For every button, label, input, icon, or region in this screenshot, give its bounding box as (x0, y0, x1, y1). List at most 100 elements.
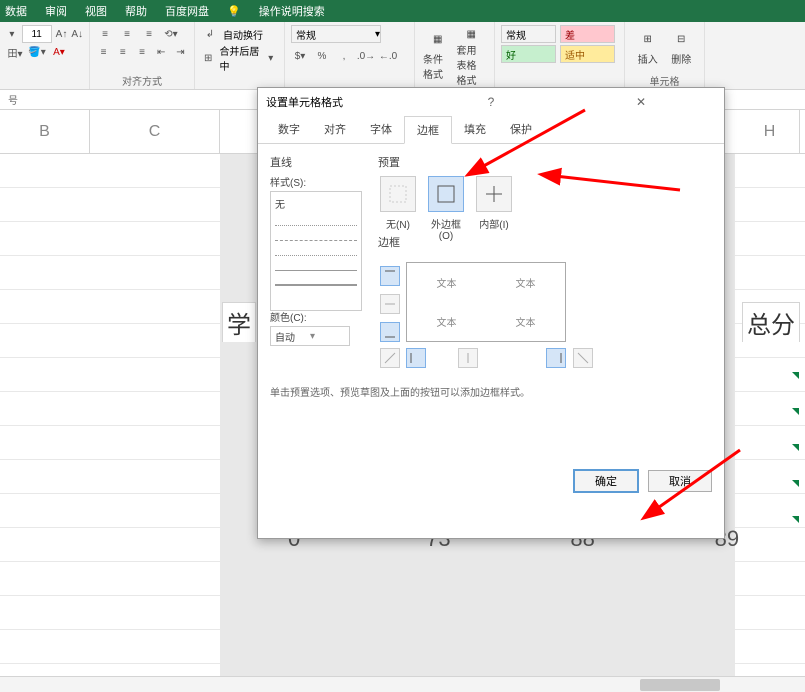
formula-content: 号 (8, 92, 18, 107)
dialog-body: 直线 样式(S): 无 颜色(C): 自动▾ 预置 无(N) (258, 144, 724, 504)
tab-border[interactable]: 边框 (404, 116, 452, 144)
border-section-label: 边框 (378, 234, 598, 250)
cells-group-label: 单元格 (625, 73, 704, 88)
border-hmiddle-button[interactable] (380, 294, 400, 314)
col-header-H[interactable]: H (740, 110, 800, 153)
style-normal[interactable]: 常规 (501, 25, 556, 43)
table-format-button[interactable]: ▦套用表格格式 (455, 25, 489, 89)
cancel-button[interactable]: 取消 (648, 470, 712, 492)
preset-inside-icon (476, 176, 512, 212)
border-top-button[interactable] (380, 266, 400, 286)
decrease-font-icon[interactable]: A↓ (71, 25, 83, 43)
lightbulb-icon: 💡 (227, 5, 241, 18)
preset-none-button[interactable]: 无(N) (378, 176, 418, 242)
border-dd-icon[interactable]: 田▾ (6, 43, 24, 61)
style-neutral[interactable]: 适中 (560, 45, 615, 63)
tab-number[interactable]: 数字 (266, 116, 312, 143)
dialog-close-button[interactable]: ✕ (566, 95, 716, 109)
format-cells-dialog: 设置单元格格式 ? ✕ 数字 对齐 字体 边框 填充 保护 直线 样式(S): … (257, 87, 725, 539)
style-bad[interactable]: 差 (560, 25, 615, 43)
menu-bar: 数据 审阅 视图 帮助 百度网盘 💡 操作说明搜索 (0, 0, 805, 22)
error-triangle-icon (792, 480, 799, 487)
merge-center-icon[interactable]: ⊞ (201, 49, 215, 67)
alignment-group-label: 对齐方式 (90, 73, 194, 88)
preset-none-icon (380, 176, 416, 212)
align-left-icon[interactable]: ≡ (96, 43, 111, 61)
tab-font[interactable]: 字体 (358, 116, 404, 143)
font-color-icon[interactable]: A▾ (50, 43, 68, 61)
font-size-input[interactable] (22, 25, 52, 43)
menu-help[interactable]: 帮助 (125, 3, 147, 19)
preset-section-label: 预置 (378, 154, 514, 170)
style-good[interactable]: 好 (501, 45, 556, 63)
dialog-titlebar: 设置单元格格式 ? ✕ (258, 88, 724, 116)
col-header-B[interactable]: B (0, 110, 90, 153)
increase-font-icon[interactable]: A↑ (56, 25, 68, 43)
merge-center-label[interactable]: 合并后居中 (219, 43, 259, 73)
menu-review[interactable]: 审阅 (45, 3, 67, 19)
cond-format-icon: ▦ (426, 27, 450, 51)
style-none[interactable]: 无 (275, 196, 357, 211)
menu-data[interactable]: 数据 (5, 3, 27, 19)
delete-icon: ⊟ (669, 27, 693, 51)
border-right-button[interactable] (546, 348, 566, 368)
orientation-icon[interactable]: ⟲▾ (162, 25, 180, 43)
align-right-icon[interactable]: ≡ (134, 43, 149, 61)
align-bottom-icon[interactable]: ≡ (140, 25, 158, 43)
indent-less-icon[interactable]: ⇤ (154, 43, 169, 61)
number-format-dropdown[interactable]: 常规▾ (291, 25, 381, 43)
col-header-C[interactable]: C (90, 110, 220, 153)
tab-alignment[interactable]: 对齐 (312, 116, 358, 143)
border-diag-down-button[interactable] (573, 348, 593, 368)
ribbon: ▾ A↑ A↓ 田▾ 🪣▾ A▾ ≡ ≡ ≡ ⟲▾ ≡ ≡ ≡ ⇤ ⇥ 对齐方式… (0, 22, 805, 90)
line-style-list[interactable]: 无 (270, 191, 362, 311)
color-label: 颜色(C): (270, 309, 350, 324)
indent-more-icon[interactable]: ⇥ (173, 43, 188, 61)
decrease-decimal-icon[interactable]: ←.0 (379, 47, 397, 65)
error-triangle-icon (792, 444, 799, 451)
cell-label-zongfen: 总分 (742, 302, 800, 342)
conditional-format-button[interactable]: ▦条件格式 (421, 25, 455, 89)
wrap-text-label[interactable]: 自动换行 (223, 27, 263, 42)
fill-color-icon[interactable]: 🪣▾ (28, 43, 46, 61)
tab-protection[interactable]: 保护 (498, 116, 544, 143)
border-left-button[interactable] (406, 348, 426, 368)
color-dropdown[interactable]: 自动▾ (270, 326, 350, 346)
horizontal-scrollbar[interactable] (0, 676, 805, 692)
error-triangle-icon (792, 372, 799, 379)
align-middle-icon[interactable]: ≡ (118, 25, 136, 43)
increase-decimal-icon[interactable]: .0→ (357, 47, 375, 65)
ok-button[interactable]: 确定 (574, 470, 638, 492)
cell-label-xue: 学 (222, 302, 256, 342)
hint-text: 单击预置选项、预览草图及上面的按钮可以添加边框样式。 (270, 384, 530, 399)
scrollbar-thumb[interactable] (640, 679, 720, 691)
preset-outline-icon (428, 176, 464, 212)
align-top-icon[interactable]: ≡ (96, 25, 114, 43)
percent-icon[interactable]: % (313, 47, 331, 65)
line-section-label: 直线 (270, 154, 370, 170)
accounting-icon[interactable]: $▾ (291, 47, 309, 65)
dialog-title: 设置单元格格式 (266, 94, 416, 110)
comma-icon[interactable]: , (335, 47, 353, 65)
tab-fill[interactable]: 填充 (452, 116, 498, 143)
tell-me-search[interactable]: 操作说明搜索 (259, 3, 325, 19)
preset-inside-button[interactable]: 内部(I) (474, 176, 514, 242)
border-bottom-button[interactable] (380, 322, 400, 342)
dialog-help-button[interactable]: ? (416, 95, 566, 109)
border-preview: 文本文本 文本文本 (378, 256, 598, 366)
font-family-dd[interactable]: ▾ (6, 25, 18, 43)
table-format-icon: ▦ (459, 27, 483, 42)
style-label: 样式(S): (270, 174, 370, 189)
border-vmiddle-button[interactable] (458, 348, 478, 368)
dialog-tabs: 数字 对齐 字体 边框 填充 保护 (258, 116, 724, 144)
preset-outline-button[interactable]: 外边框(O) (426, 176, 466, 242)
align-center-icon[interactable]: ≡ (115, 43, 130, 61)
border-diag-up-button[interactable] (380, 348, 400, 368)
menu-view[interactable]: 视图 (85, 3, 107, 19)
insert-icon: ⊞ (636, 27, 660, 51)
wrap-text-icon[interactable]: ↲ (201, 25, 219, 43)
error-triangle-icon (792, 516, 799, 523)
error-triangle-icon (792, 408, 799, 415)
merge-dd[interactable]: ▾ (264, 49, 278, 67)
menu-baidu[interactable]: 百度网盘 (165, 3, 209, 19)
